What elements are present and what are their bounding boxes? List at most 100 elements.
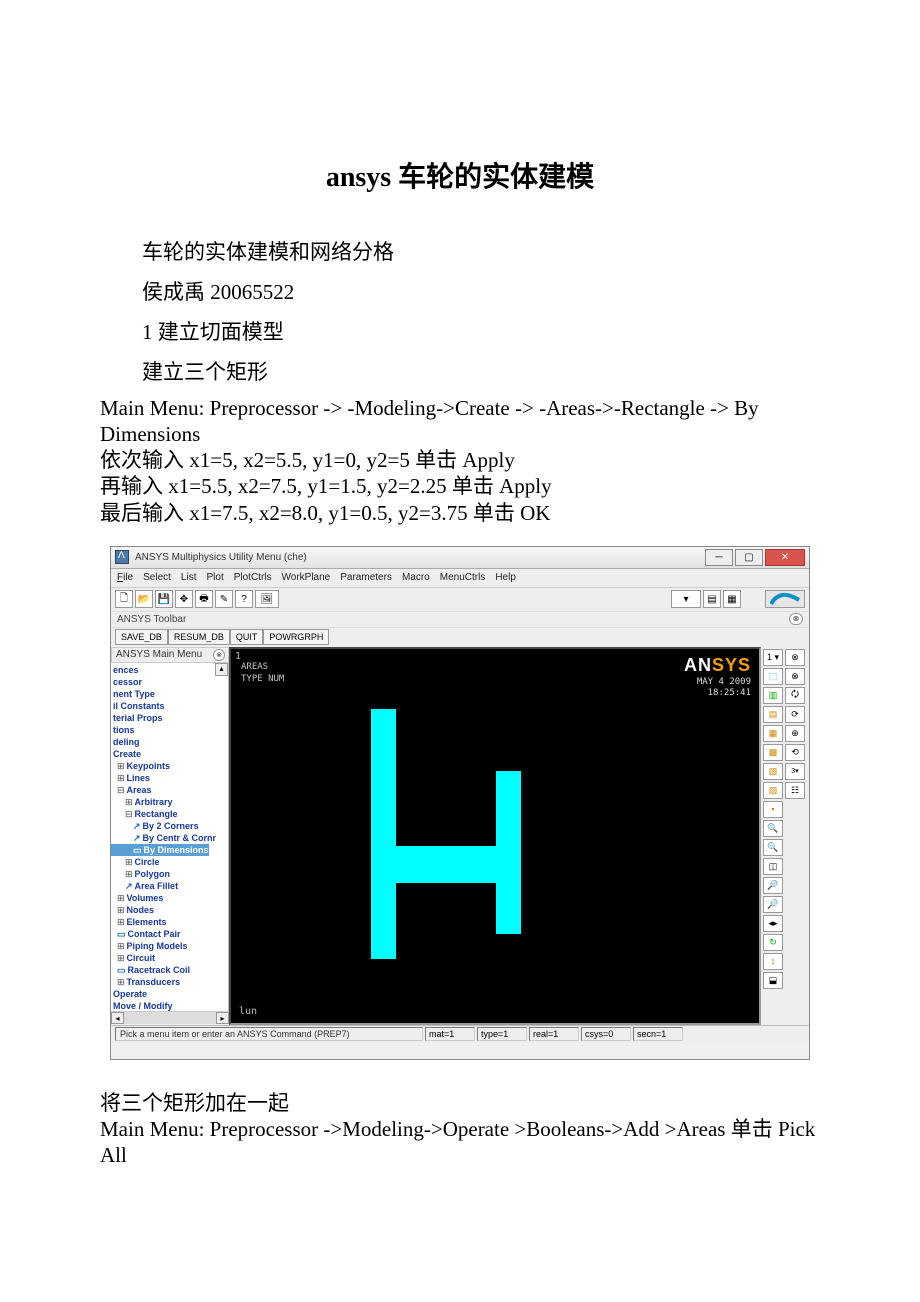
menu-select[interactable]: Select — [143, 572, 171, 583]
menu-menuctrls[interactable]: MenuCtrls — [440, 572, 486, 583]
iso-icon[interactable]: ⬚ — [763, 668, 783, 685]
top-icon[interactable]: ▦ — [763, 725, 783, 742]
save-db-button[interactable]: SAVE_DB — [115, 629, 168, 645]
resum-db-button[interactable]: RESUM_DB — [168, 629, 230, 645]
save-icon[interactable]: 💾 — [155, 590, 173, 608]
tree-cessor[interactable]: cessor — [111, 676, 228, 688]
dynamic2-icon[interactable]: ⟳ — [785, 706, 805, 723]
scroll-track[interactable] — [124, 1012, 216, 1024]
menu-workplane[interactable]: WorkPlane — [282, 572, 331, 583]
collapse-icon[interactable]: ⊗ — [789, 613, 803, 625]
zoomout-icon[interactable]: 🔎 — [763, 896, 783, 913]
doc-en-1: Main Menu: Preprocessor -> -Modeling->Cr… — [100, 395, 820, 448]
tree-polygon[interactable]: ⊞Polygon — [111, 868, 228, 880]
tree-contact-pair[interactable]: ▭Contact Pair — [111, 928, 228, 940]
obl-icon[interactable]: ▩ — [763, 744, 783, 761]
tree-circuit[interactable]: ⊞Circuit — [111, 952, 228, 964]
menu-plotctrls[interactable]: PlotCtrls — [234, 572, 272, 583]
side-icon[interactable]: ▤ — [763, 706, 783, 723]
tree-piping-models[interactable]: ⊞Piping Models — [111, 940, 228, 952]
graphics-viewport[interactable]: 1 AREAS TYPE NUM ANSYS MAY 4 2009 18:25:… — [229, 647, 761, 1025]
tree-il-constants[interactable]: il Constants — [111, 700, 228, 712]
tree-rectangle[interactable]: ⊟Rectangle — [111, 808, 228, 820]
menubar: File Select List Plot PlotCtrls WorkPlan… — [111, 569, 809, 587]
rotate-icon[interactable]: ↻ — [763, 934, 783, 951]
titlebar: ANSYS Multiphysics Utility Menu (che) ─ … — [111, 547, 809, 569]
dynamic1-icon[interactable]: 🗘 — [785, 687, 805, 704]
tree-volumes[interactable]: ⊞Volumes — [111, 892, 228, 904]
minimize-button[interactable]: ─ — [705, 549, 733, 566]
tree-lines[interactable]: ⊞Lines — [111, 772, 228, 784]
zoombox-icon[interactable]: ◫ — [763, 858, 783, 875]
quit-button[interactable]: QUIT — [230, 629, 264, 645]
sidebar-hscroll[interactable]: ◂ ▸ — [111, 1011, 229, 1025]
precise-icon[interactable]: ☷ — [785, 782, 805, 799]
tree-nent-type[interactable]: nent Type — [111, 688, 228, 700]
panlr-icon[interactable]: ◂▸ — [763, 915, 783, 932]
menu-plot[interactable]: Plot — [206, 572, 223, 583]
tree-move-modify[interactable]: Move / Modify — [111, 1000, 228, 1011]
sidebar-collapse-icon[interactable]: ⊗ — [213, 649, 225, 661]
tree-transducers[interactable]: ⊞Transducers — [111, 976, 228, 988]
ansys-brand-icon: ANSYS — [684, 655, 751, 676]
tree-by-dimensions[interactable]: ▭By Dimensions — [111, 844, 209, 856]
view8-icon[interactable]: ▪ — [763, 801, 783, 818]
menu-file[interactable]: File — [117, 572, 133, 583]
panud-icon[interactable]: ↕ — [763, 953, 783, 970]
zoomin-icon[interactable]: 🔎 — [763, 877, 783, 894]
zoom-icon[interactable]: 🔍 — [763, 820, 783, 837]
print-icon[interactable]: 🖶 — [195, 590, 213, 608]
dynamic3-icon[interactable]: ⊕ — [785, 725, 805, 742]
zoomwin-icon[interactable]: 🔍 — [763, 839, 783, 856]
tree-keypoints[interactable]: ⊞Keypoints — [111, 760, 228, 772]
close-button[interactable]: ✕ — [765, 549, 805, 566]
persp-icon[interactable]: ▧ — [763, 763, 783, 780]
tree-elements[interactable]: ⊞Elements — [111, 916, 228, 928]
tree-ences[interactable]: ences — [111, 664, 228, 676]
menu-list[interactable]: List — [181, 572, 197, 583]
powrgrph-button[interactable]: POWRGRPH — [263, 629, 329, 645]
tree-by-2-corners[interactable]: ↗By 2 Corners — [111, 820, 228, 832]
tree-nodes[interactable]: ⊞Nodes — [111, 904, 228, 916]
status-type: type=1 — [477, 1027, 527, 1041]
maximize-button[interactable]: ▢ — [735, 549, 763, 566]
zoomfit2-icon[interactable]: ⊗ — [785, 668, 805, 685]
tree-tions[interactable]: tions — [111, 724, 228, 736]
status-csys: csys=0 — [581, 1027, 631, 1041]
tree-areas[interactable]: ⊟Areas — [111, 784, 228, 796]
tree-arbitrary[interactable]: ⊞Arbitrary — [111, 796, 228, 808]
tree-deling[interactable]: deling — [111, 736, 228, 748]
main-menu-label: ANSYS Main Menu — [116, 649, 202, 660]
downfit-icon[interactable]: ⬓ — [763, 972, 783, 989]
tree-racetrack-coil[interactable]: ▭Racetrack Coil — [111, 964, 228, 976]
tree-circle[interactable]: ⊞Circle — [111, 856, 228, 868]
new-icon[interactable]: 🗋 — [115, 590, 133, 608]
tree-terial-props[interactable]: terial Props — [111, 712, 228, 724]
tree-by-centr-cornr[interactable]: ↗By Centr & Cornr — [111, 832, 228, 844]
tree-area-fillet[interactable]: ↗Area Fillet — [111, 880, 228, 892]
image-icon[interactable]: 🖼 — [255, 590, 279, 608]
help-icon[interactable]: ? — [235, 590, 253, 608]
front-icon[interactable]: ▥ — [763, 687, 783, 704]
menu-parameters[interactable]: Parameters — [340, 572, 392, 583]
menu-help[interactable]: Help — [495, 572, 516, 583]
rate-select[interactable]: 3▾ — [785, 763, 805, 780]
open-icon[interactable]: 📂 — [135, 590, 153, 608]
pan-icon[interactable]: ✥ — [175, 590, 193, 608]
tree-create[interactable]: Create — [111, 748, 228, 760]
scroll-left-icon[interactable]: ◂ — [111, 1012, 124, 1024]
status-message: Pick a menu item or enter an ANSYS Comma… — [115, 1027, 423, 1041]
scroll-up-icon[interactable]: ▴ — [215, 663, 228, 676]
fit-icon[interactable]: ⊗ — [785, 649, 805, 666]
report-icon[interactable]: ✎ — [215, 590, 233, 608]
raise-hidden-icon[interactable]: ▤ — [703, 590, 721, 608]
dropdown-1[interactable]: ▾ — [671, 590, 701, 608]
dynamic4-icon[interactable]: ⟲ — [785, 744, 805, 761]
menu-macro[interactable]: Macro — [402, 572, 430, 583]
view7-icon[interactable]: ▨ — [763, 782, 783, 799]
ansys-toolbar-buttons: SAVE_DB RESUM_DB QUIT POWRGRPH — [111, 627, 809, 647]
view-select[interactable]: 1 ▾ — [763, 649, 783, 666]
tree-operate[interactable]: Operate — [111, 988, 228, 1000]
scroll-right-icon[interactable]: ▸ — [216, 1012, 229, 1024]
capture-icon[interactable]: ▦ — [723, 590, 741, 608]
